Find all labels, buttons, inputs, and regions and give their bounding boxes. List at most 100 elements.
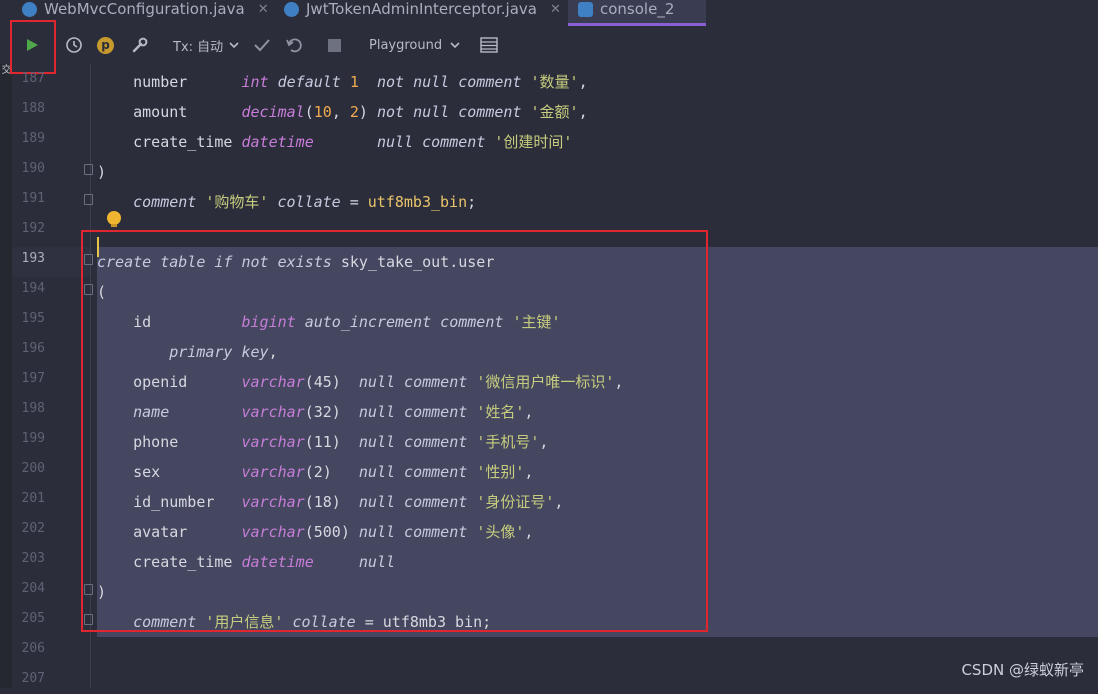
code-token: ,: [524, 523, 534, 541]
code-line[interactable]: 195 id bigint auto_increment comment '主键…: [0, 304, 1098, 337]
commit-button[interactable]: [253, 26, 271, 64]
fold-marker-icon[interactable]: [84, 284, 93, 295]
code-line[interactable]: 204): [0, 574, 1098, 607]
code-token: null comment: [358, 433, 477, 451]
stop-button[interactable]: [328, 26, 341, 64]
code-token: decimal: [241, 103, 305, 121]
code-line[interactable]: 200 sex varchar(2) null comment '性别',: [0, 454, 1098, 487]
code-token: (32): [304, 403, 359, 421]
code-line[interactable]: 197 openid varchar(45) null comment '微信用…: [0, 364, 1098, 397]
code-token: create_time: [97, 553, 242, 571]
line-number: 201: [21, 491, 45, 506]
code-line-text: create_time datetime null: [97, 547, 395, 577]
code-token: create table if not exists: [97, 253, 341, 271]
fold-marker-icon[interactable]: [84, 254, 93, 265]
code-token: sex: [97, 463, 242, 481]
code-token: '身份证号': [476, 493, 555, 511]
code-line[interactable]: 202 avatar varchar(500) null comment '头像…: [0, 514, 1098, 547]
code-token: varchar: [241, 463, 305, 481]
tab-jwttokenadmininterceptor[interactable]: JwtTokenAdminInterceptor.java ✕: [284, 0, 561, 26]
transaction-mode-label: Tx: 自动: [173, 39, 224, 55]
code-line[interactable]: 188 amount decimal(10, 2) not null comme…: [0, 94, 1098, 124]
code-line-text: comment '购物车' collate = utf8mb3_bin;: [97, 187, 476, 217]
play-icon: [27, 39, 38, 51]
code-token: ;: [482, 613, 492, 631]
code-line[interactable]: 203 create_time datetime null: [0, 544, 1098, 577]
code-token: number: [97, 73, 242, 91]
code-line[interactable]: 187 number int default 1 not null commen…: [0, 64, 1098, 94]
history-button[interactable]: [65, 26, 83, 64]
tab-webmvcconfiguration[interactable]: WebMvcConfiguration.java ✕: [22, 0, 269, 26]
chevron-down-icon: [229, 42, 239, 49]
code-token: name: [97, 403, 242, 421]
code-line[interactable]: 192: [0, 214, 1098, 244]
code-token: ;: [467, 193, 477, 211]
close-icon[interactable]: ✕: [550, 2, 561, 17]
results-layout-button[interactable]: [480, 26, 498, 64]
line-number: 189: [21, 131, 45, 146]
code-line[interactable]: 194 (: [0, 274, 1098, 307]
fold-marker-icon[interactable]: [84, 614, 93, 625]
code-line[interactable]: 190): [0, 154, 1098, 184]
line-number: 194: [21, 281, 45, 296]
undo-icon: [286, 38, 302, 53]
code-line-text: avatar varchar(500) null comment '头像',: [97, 517, 533, 547]
code-token: ,: [554, 493, 564, 511]
line-number: 198: [21, 401, 45, 416]
code-token: not null comment: [376, 103, 531, 121]
code-line-text: phone varchar(11) null comment '手机号',: [97, 427, 548, 457]
code-line[interactable]: 206: [0, 634, 1098, 664]
execution-mode-select[interactable]: Playground: [369, 26, 460, 64]
close-icon[interactable]: ✕: [258, 2, 269, 17]
transaction-mode-select[interactable]: Tx: 自动: [173, 26, 239, 64]
java-class-icon: [22, 1, 37, 17]
line-number: 195: [21, 311, 45, 326]
code-line[interactable]: 193 create table if not exists sky_take_o…: [0, 244, 1098, 277]
fold-marker-icon[interactable]: [84, 164, 93, 175]
lightbulb-icon[interactable]: [107, 211, 121, 227]
code-token: =: [364, 613, 383, 631]
code-line-text: name varchar(32) null comment '姓名',: [97, 397, 533, 427]
code-line[interactable]: 196 primary key,: [0, 334, 1098, 367]
run-button[interactable]: [24, 26, 40, 64]
code-token: '金额': [530, 103, 579, 121]
code-line[interactable]: 189 create_time datetime null comment '创…: [0, 124, 1098, 154]
sql-editor[interactable]: 187 number int default 1 not null commen…: [0, 64, 1098, 694]
code-token: ,: [578, 73, 588, 91]
code-token: null comment: [358, 523, 477, 541]
fold-marker-icon[interactable]: [84, 194, 93, 205]
line-number: 199: [21, 431, 45, 446]
line-number: 196: [21, 341, 45, 356]
code-token: bigint: [241, 313, 296, 331]
tab-console-2[interactable]: console_2: [568, 0, 706, 26]
profile-badge-icon: p: [97, 36, 114, 54]
execution-mode-label: Playground: [369, 37, 443, 53]
code-line[interactable]: 207: [0, 664, 1098, 694]
code-line[interactable]: 199 phone varchar(11) null comment '手机号'…: [0, 424, 1098, 457]
fold-marker-icon[interactable]: [84, 584, 93, 595]
settings-button[interactable]: [131, 26, 149, 64]
code-token: collate: [283, 613, 365, 631]
code-line[interactable]: 191 comment '购物车' collate = utf8mb3_bin;: [0, 184, 1098, 214]
code-token: '数量': [530, 73, 579, 91]
code-token: =: [349, 193, 368, 211]
code-token: ,: [539, 433, 549, 451]
code-token: (500): [304, 523, 359, 541]
profile-button[interactable]: p: [97, 26, 114, 64]
code-token: datetime: [241, 553, 314, 571]
clock-icon: [66, 37, 82, 53]
code-token: (2): [304, 463, 359, 481]
rollback-button[interactable]: [285, 26, 303, 64]
code-token: '微信用户唯一标识': [476, 373, 615, 391]
line-number: 187: [21, 71, 45, 86]
code-line[interactable]: 205 comment '用户信息' collate = utf8mb3_bin…: [0, 604, 1098, 637]
code-line[interactable]: 198 name varchar(32) null comment '姓名',: [0, 394, 1098, 427]
code-token: datetime: [241, 133, 314, 151]
code-token: comment: [97, 193, 206, 211]
code-line[interactable]: 201 id_number varchar(18) null comment '…: [0, 484, 1098, 517]
console-toolbar: p Tx: 自动 Playground: [0, 26, 1098, 64]
line-number: 205: [21, 611, 45, 626]
tab-label: WebMvcConfiguration.java: [44, 0, 245, 18]
code-token: create_time: [97, 133, 242, 151]
console-icon: [578, 1, 593, 17]
